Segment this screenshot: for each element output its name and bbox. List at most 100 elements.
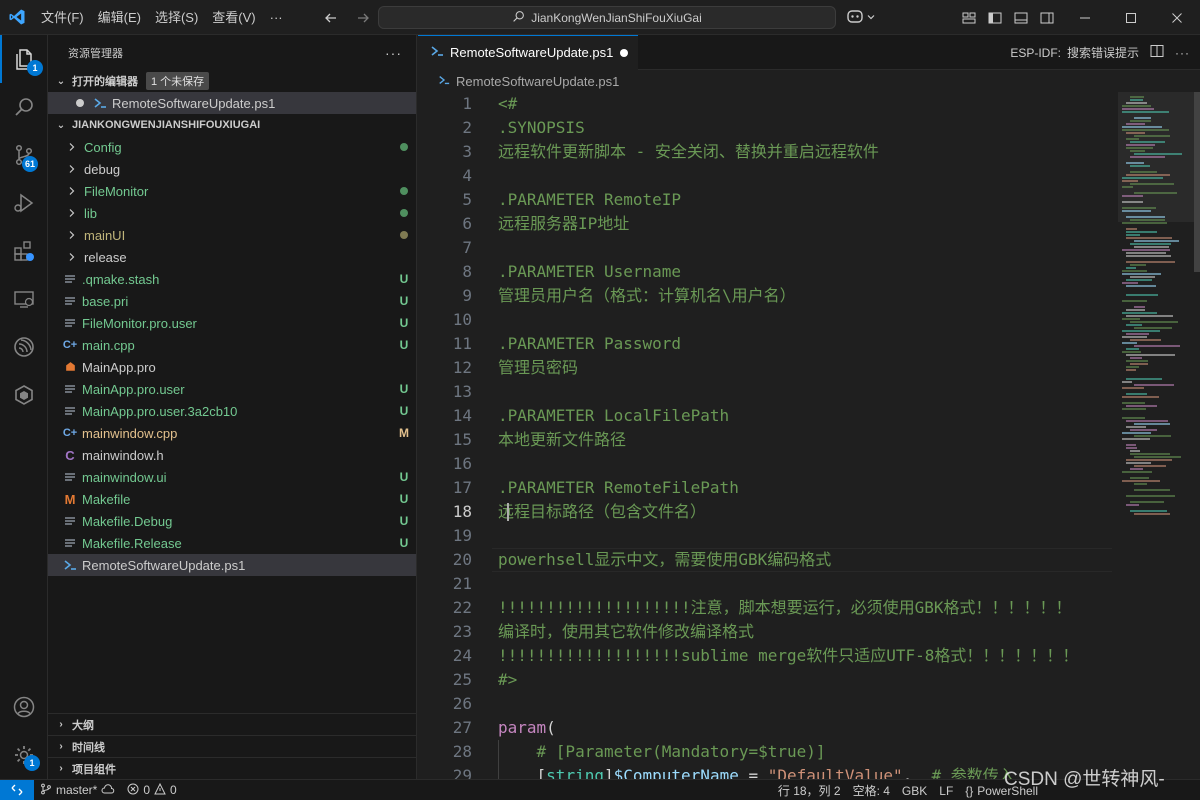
remote-explorer-icon[interactable] [0,275,48,323]
tab-remote-software-update[interactable]: RemoteSoftwareUpdate.ps1 [418,34,638,70]
breadcrumb: RemoteSoftwareUpdate.ps1 [418,70,1200,92]
minimap-line [1122,471,1152,473]
file-item[interactable]: MainApp.pro [48,356,416,378]
minimap-line [1122,207,1156,209]
minimap-line [1126,228,1137,230]
file-label: FileMonitor.pro.user [82,315,197,331]
breadcrumb-file[interactable]: RemoteSoftwareUpdate.ps1 [456,74,619,89]
minimap-line [1122,129,1169,131]
toggle-secondary-sidebar-icon[interactable] [1036,7,1058,29]
code-text: 远程服务器IP地址 [498,212,629,236]
extensions-icon[interactable] [0,227,48,275]
file-item[interactable]: base.pri U [48,290,416,312]
run-debug-icon[interactable] [0,179,48,227]
menu-more[interactable]: ··· [263,0,290,35]
file-item[interactable]: C+ mainwindow.cpp M [48,422,416,444]
file-label: RemoteSoftwareUpdate.ps1 [82,557,246,573]
vertical-scrollbar[interactable] [1194,92,1200,779]
git-status-badge: U [399,316,409,330]
menu-selection[interactable]: 选择(S) [148,0,205,35]
folder-item[interactable]: FileMonitor [48,180,416,202]
toggle-panel-icon[interactable] [1010,7,1032,29]
git-status-badge: U [399,492,409,506]
more-actions-button[interactable]: ··· [1175,46,1190,60]
folder-item[interactable]: mainUI [48,224,416,246]
back-arrow-icon[interactable] [318,5,344,31]
language-mode[interactable]: {} PowerShell [959,784,1044,798]
c-header-file-icon: C [65,447,75,463]
minimap[interactable] [1118,92,1194,779]
file-item[interactable]: Makefile.Release U [48,532,416,554]
account-icon[interactable] [0,683,48,731]
minimap-line [1134,489,1170,491]
esp-idf-icon[interactable] [0,323,48,371]
search-error-hint-button[interactable]: 搜索错误提示 [1067,44,1139,61]
split-editor-icon[interactable] [1149,43,1165,62]
explorer-badge: 1 [27,60,43,76]
file-item[interactable]: FileMonitor.pro.user U [48,312,416,334]
unsaved-dot-icon[interactable] [620,48,628,57]
search-view-icon[interactable] [0,83,48,131]
code-line: 26 [418,692,1118,716]
folder-item[interactable]: lib [48,202,416,224]
open-editors-section[interactable]: ⌄ 打开的编辑器 1 个未保存 [48,70,416,92]
cursor-position[interactable]: 行 18，列 2 [772,782,847,799]
file-item[interactable]: M Makefile U [48,488,416,510]
copilot-button[interactable] [846,5,876,30]
minimize-icon[interactable] [1062,0,1108,35]
code-line: 29 [string]$ComputerName = "DefaultValue… [418,764,1118,779]
menu-edit[interactable]: 编辑(E) [91,0,148,35]
eol-status[interactable]: LF [933,784,959,798]
minimap-line [1130,450,1140,452]
minimap-line [1126,261,1175,263]
forward-arrow-icon[interactable] [350,5,376,31]
code-token: 远程软件更新脚本 - 安全关闭、替换并重启远程软件 [498,142,879,161]
toggle-primary-sidebar-icon[interactable] [984,7,1006,29]
folder-item[interactable]: Config [48,136,416,158]
maximize-icon[interactable] [1108,0,1154,35]
file-item[interactable]: MainApp.pro.user.3a2cb10 U [48,400,416,422]
minimap-line [1130,321,1178,323]
minimap-line [1130,453,1170,455]
customize-layout-icon[interactable] [958,7,980,29]
minimap-line [1126,393,1147,395]
explorer-icon[interactable]: 1 [0,35,48,83]
cube-extension-icon[interactable] [0,371,48,419]
line-number: 2 [462,118,472,137]
minimap-line [1122,438,1150,440]
folder-item[interactable]: debug [48,158,416,180]
file-item[interactable]: Makefile.Debug U [48,510,416,532]
timeline-section[interactable]: › 时间线 [48,735,417,757]
menu-view[interactable]: 查看(V) [205,0,262,35]
folder-item[interactable]: release [48,246,416,268]
file-item[interactable]: C+ main.cpp U [48,334,416,356]
minimap-line [1130,276,1155,278]
command-center-search[interactable]: JianKongWenJianShiFouXiuGai [378,6,836,29]
gear-icon[interactable]: 1 [0,731,48,779]
outline-section[interactable]: › 大纲 [48,713,417,735]
minimap-line [1134,240,1179,242]
minimap-line [1126,255,1171,257]
remote-indicator-icon[interactable] [0,779,34,800]
encoding-status[interactable]: GBK [896,784,933,798]
project-components-section[interactable]: › 项目组件 [48,757,417,779]
file-item[interactable]: MainApp.pro.user U [48,378,416,400]
workspace-section[interactable]: ⌄ JIANKONGWENJIANSHIFOUXIUGAI [48,114,416,136]
file-item[interactable]: mainwindow.ui U [48,466,416,488]
git-status-dot [392,140,416,154]
file-item[interactable]: Cmainwindow.h [48,444,416,466]
sidebar-more-button[interactable]: ··· [385,45,402,61]
close-icon[interactable] [1154,0,1200,35]
menu-file[interactable]: 文件(F) [34,0,91,35]
branch-status[interactable]: master* [34,783,121,798]
file-item[interactable]: .qmake.stash U [48,268,416,290]
minimap-line [1122,108,1154,110]
source-control-icon[interactable]: 61 [0,131,48,179]
indentation-status[interactable]: 空格: 4 [847,782,896,799]
file-item[interactable]: RemoteSoftwareUpdate.ps1 [48,554,416,576]
scrollbar-thumb[interactable] [1194,92,1200,272]
problems-status[interactable]: 0 0 [121,782,182,798]
open-editor-item[interactable]: RemoteSoftwareUpdate.ps1 [48,92,416,114]
tab-label: RemoteSoftwareUpdate.ps1 [450,45,614,60]
code-editor[interactable]: 1 <# 2 .SYNOPSIS 3 远程软件更新脚本 - 安全关闭、替换并重启远程软件 4… [418,92,1118,779]
